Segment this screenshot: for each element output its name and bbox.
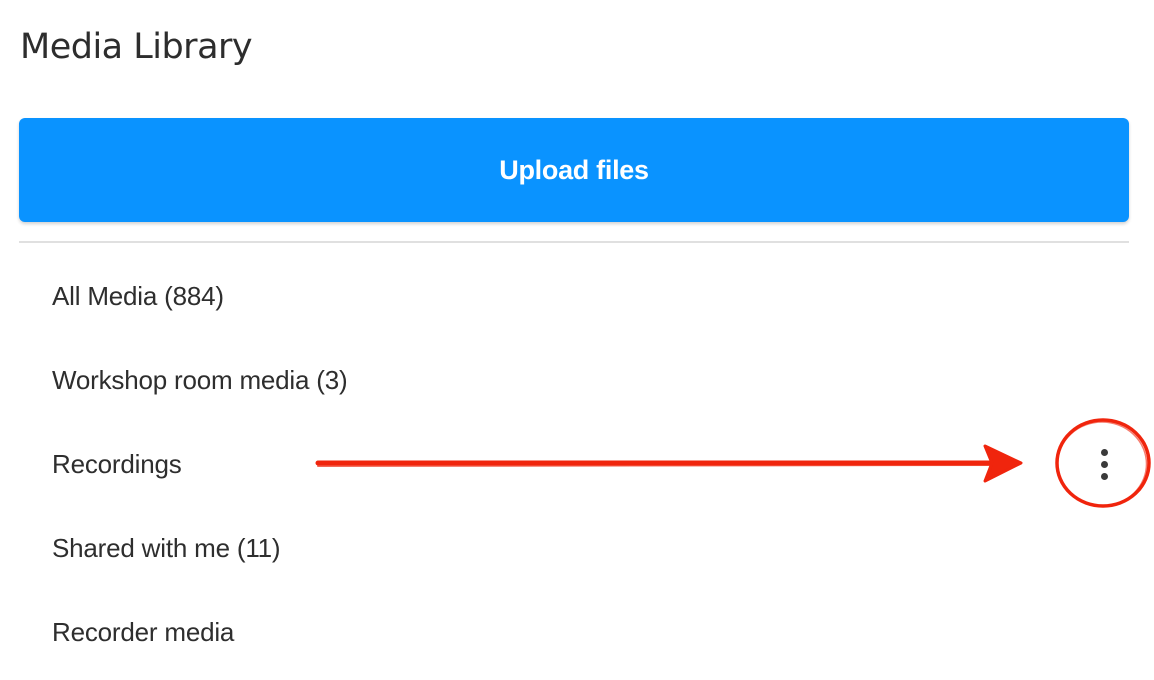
folder-item-recordings[interactable]: Recordings bbox=[0, 422, 1154, 506]
folder-label: Recorder media bbox=[52, 616, 235, 647]
page-title: Media Library bbox=[20, 27, 253, 67]
upload-files-button[interactable]: Upload files bbox=[19, 118, 1129, 222]
divider bbox=[19, 241, 1129, 243]
dot bbox=[1100, 460, 1108, 468]
folder-item-shared-with-me[interactable]: Shared with me (11) bbox=[0, 506, 1154, 590]
folder-label: All Media (884) bbox=[52, 280, 224, 311]
folder-label: Workshop room media (3) bbox=[52, 364, 348, 395]
dot bbox=[1100, 472, 1108, 480]
folder-item-recorder-media[interactable]: Recorder media bbox=[0, 590, 1154, 674]
folder-label: Shared with me (11) bbox=[52, 532, 281, 563]
folder-item-all-media[interactable]: All Media (884) bbox=[0, 254, 1154, 338]
folder-item-workshop-room-media[interactable]: Workshop room media (3) bbox=[0, 338, 1154, 422]
folder-list: All Media (884) Workshop room media (3) … bbox=[0, 254, 1154, 674]
dot bbox=[1100, 448, 1108, 456]
folder-label: Recordings bbox=[52, 448, 182, 479]
more-vertical-icon[interactable] bbox=[1084, 442, 1124, 486]
